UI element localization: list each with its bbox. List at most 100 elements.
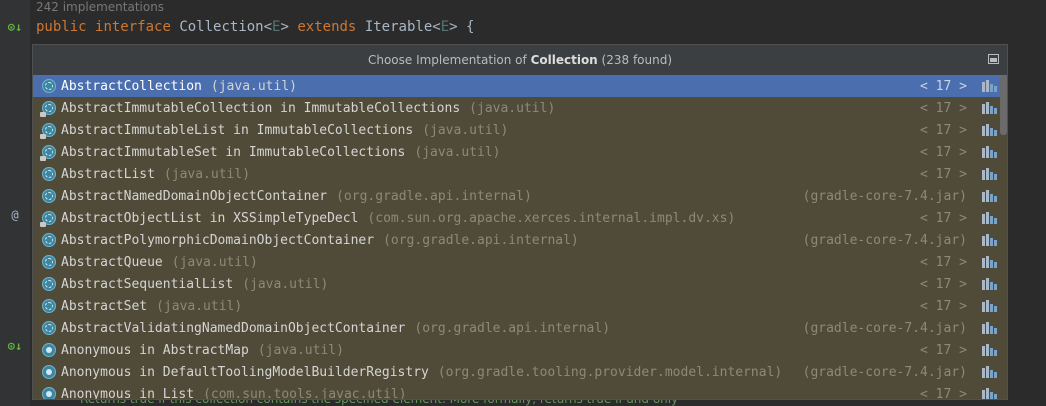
library-icon [982, 388, 997, 399]
popup-title-prefix: Choose Implementation of [367, 53, 531, 67]
library-icon [982, 146, 997, 158]
library-icon [982, 256, 997, 268]
library-location: (gradle-core-7.4.jar) [802, 320, 967, 336]
abstract-class-icon [42, 299, 56, 313]
library-location: < 17 > [920, 100, 967, 116]
abstract-class-locked-icon [40, 211, 56, 227]
implemented-marker-icon[interactable]: ⊙↓ [0, 339, 30, 353]
library-location: < 17 > [920, 298, 967, 314]
scrollbar-thumb[interactable] [1000, 75, 1007, 135]
list-item[interactable]: AbstractQueue (java.util) < 17 > [33, 251, 1007, 273]
class-name: AbstractPolymorphicDomainObjectContainer [61, 232, 375, 248]
implementations-hint[interactable]: 242 implementations [36, 0, 164, 14]
library-location: < 17 > [920, 78, 967, 94]
open-in-find-window-icon[interactable] [988, 54, 999, 64]
list-item[interactable]: AbstractSet (java.util) < 17 > [33, 295, 1007, 317]
package-name: (java.util) [414, 144, 501, 160]
abstract-class-icon [42, 79, 56, 93]
list-item[interactable]: AbstractList (java.util) < 17 > [33, 163, 1007, 185]
list-item[interactable]: AbstractNamedDomainObjectContainer (org.g… [33, 185, 1007, 207]
list-item[interactable]: AbstractCollection (java.util) < 17 > [33, 75, 1007, 97]
list-item[interactable]: Anonymous in AbstractMap (java.util) < 17 … [33, 339, 1007, 361]
class-name: AbstractImmutableList in ImmutableCollec… [61, 122, 414, 138]
keyword-interface: interface [95, 19, 171, 35]
library-location: (gradle-core-7.4.jar) [802, 364, 967, 380]
class-name: AbstractObjectList in XSSimpleTypeDecl [61, 210, 359, 226]
library-icon [982, 366, 997, 378]
anonymous-class-icon [42, 387, 56, 399]
lock-icon [40, 112, 46, 117]
abstract-class-icon [42, 189, 56, 203]
library-icon [982, 322, 997, 334]
anonymous-class-icon [42, 343, 56, 357]
library-location: < 17 > [920, 210, 967, 226]
lock-icon [40, 222, 46, 227]
library-location: < 17 > [920, 166, 967, 182]
library-location: (gradle-core-7.4.jar) [802, 232, 967, 248]
lock-icon [40, 134, 46, 139]
library-icon [982, 168, 997, 180]
package-name: (com.sun.tools.javac.util) [203, 386, 407, 400]
library-icon [982, 278, 997, 290]
class-name: AbstractValidatingNamedDomainObjectConta… [61, 320, 406, 336]
type-bracket: > [280, 19, 289, 35]
library-icon [982, 124, 997, 136]
list-item[interactable]: AbstractImmutableSet in ImmutableCollect… [33, 141, 1007, 163]
keyword-extends: extends [297, 19, 357, 35]
anonymous-class-icon [42, 365, 56, 379]
list-item[interactable]: Anonymous in DefaultToolingModelBuilderR… [33, 361, 1007, 383]
class-name: AbstractSequentialList [61, 276, 234, 292]
abstract-class-locked-icon [40, 123, 56, 139]
library-icon [982, 80, 997, 92]
package-name: (java.util) [210, 78, 297, 94]
list-item[interactable]: AbstractImmutableCollection in Immutable… [33, 97, 1007, 119]
package-name: (java.util) [257, 342, 344, 358]
package-name: (org.gradle.api.internal) [383, 232, 579, 248]
parent-type: Iterable [364, 19, 433, 35]
abstract-class-icon [42, 255, 56, 269]
keyword-public: public [36, 19, 87, 35]
package-name: (com.sun.org.apache.xerces.internal.impl… [367, 210, 736, 226]
list-item[interactable]: AbstractImmutableList in ImmutableCollec… [33, 119, 1007, 141]
library-icon [982, 190, 997, 202]
open-brace: { [466, 19, 475, 35]
library-icon [982, 102, 997, 114]
class-name: Anonymous in DefaultToolingModelBuilderR… [61, 364, 429, 380]
type-bracket: < [263, 19, 273, 35]
list-item[interactable]: AbstractPolymorphicDomainObjectContainer… [33, 229, 1007, 251]
abstract-class-icon [42, 321, 56, 335]
list-item[interactable]: AbstractObjectList in XSSimpleTypeDecl (c… [33, 207, 1007, 229]
popup-header: Choose Implementation of Collection (238… [33, 45, 1007, 76]
class-name: Anonymous in AbstractMap [61, 342, 249, 358]
implementation-list: AbstractCollection (java.util) < 17 > Abstr… [33, 75, 1007, 399]
package-name: (java.util) [156, 298, 243, 314]
class-name: AbstractQueue [61, 254, 163, 270]
choose-implementation-popup: Choose Implementation of Collection (238… [32, 44, 1008, 400]
abstract-class-icon [42, 233, 56, 247]
annotation-marker-icon[interactable]: @ [0, 208, 30, 222]
implemented-marker-icon[interactable]: ⊙↓ [0, 20, 30, 34]
library-location: < 17 > [920, 276, 967, 292]
abstract-class-icon [42, 167, 56, 181]
library-icon [982, 212, 997, 224]
abstract-class-locked-icon [40, 145, 56, 161]
type-param: E [440, 19, 450, 35]
package-name: (java.util) [242, 276, 329, 292]
class-name: AbstractList [61, 166, 155, 182]
list-item[interactable]: Anonymous in List (com.sun.tools.javac.ut… [33, 383, 1007, 400]
type-bracket: > [449, 19, 458, 35]
library-location: < 17 > [920, 254, 967, 270]
library-location: < 17 > [920, 342, 967, 358]
package-name: (java.util) [163, 166, 251, 182]
package-name: (java.util) [171, 254, 258, 270]
class-name: AbstractImmutableCollection in Immutable… [61, 100, 461, 116]
library-icon [982, 300, 997, 312]
list-item[interactable]: AbstractValidatingNamedDomainObjectConta… [33, 317, 1007, 339]
abstract-class-icon [42, 277, 56, 291]
package-name: (org.gradle.tooling.provider.model.inter… [437, 364, 783, 380]
lock-icon [40, 156, 46, 161]
abstract-class-locked-icon [40, 101, 56, 117]
list-item[interactable]: AbstractSequentialList (java.util) < 17 > [33, 273, 1007, 295]
editor-gutter: ⊙↓ @ ⊙↓ [0, 0, 30, 406]
class-name: AbstractNamedDomainObjectContainer [61, 188, 328, 204]
